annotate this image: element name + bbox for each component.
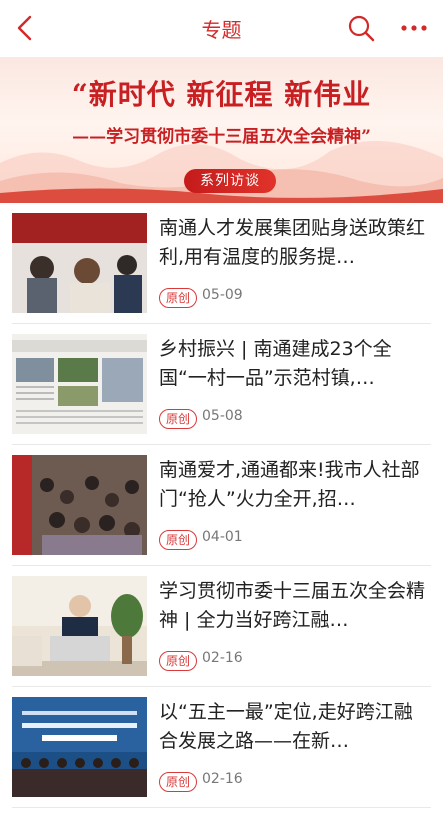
article-thumbnail [12, 697, 147, 797]
original-tag: 原创 [159, 288, 198, 308]
topic-banner: “新时代 新征程 新伟业 ——学习贯彻市委十三届五次全会精神” 系列访谈 [0, 57, 443, 203]
banner-headline: “新时代 新征程 新伟业 [71, 78, 372, 111]
search-button[interactable] [345, 12, 377, 44]
article-thumbnail [12, 334, 147, 434]
banner-subheadline: ——学习贯彻市委十三届五次全会精神” [72, 127, 371, 147]
series-badge: 系列访谈 [184, 169, 276, 193]
article-date: 04-01 [202, 529, 243, 545]
article-title: 以“五主一最”定位,走好跨江融合发展之路——在新… [159, 701, 413, 752]
more-horizontal-icon [401, 25, 427, 31]
article-date: 02-16 [202, 771, 243, 787]
article-title: 南通爱才,通通都来!我市人社部门“抢人”火力全开,招… [159, 459, 420, 510]
more-button[interactable] [396, 12, 432, 44]
article-thumbnail [12, 213, 147, 313]
original-tag: 原创 [159, 651, 198, 671]
search-icon [348, 15, 375, 42]
article-date: 05-08 [202, 408, 243, 424]
article-date: 02-16 [202, 650, 243, 666]
list-item[interactable]: 学习贯彻市委十三届五次全会精神 | 全力当好跨江融… 原创 02-16 [0, 566, 443, 687]
list-item[interactable]: 以“五主一最”定位,走好跨江融合发展之路——在新… 原创 02-16 [0, 687, 443, 808]
divider [12, 807, 431, 808]
original-tag: 原创 [159, 409, 198, 429]
list-item[interactable]: 乡村振兴 | 南通建成23个全国“一村一品”示范村镇,… 原创 05-08 [0, 324, 443, 445]
article-title: 南通人才发展集团贴身送政策红利,用有温度的服务提… [159, 217, 426, 268]
article-date: 05-09 [202, 287, 243, 303]
top-bar: 专题 [0, 0, 443, 56]
original-tag: 原创 [159, 530, 198, 550]
article-title: 学习贯彻市委十三届五次全会精神 | 全力当好跨江融… [159, 580, 426, 631]
article-thumbnail [12, 455, 147, 555]
article-thumbnail [12, 576, 147, 676]
original-tag: 原创 [159, 772, 198, 792]
list-item[interactable]: 南通爱才,通通都来!我市人社部门“抢人”火力全开,招… 原创 04-01 [0, 445, 443, 566]
article-title: 乡村振兴 | 南通建成23个全国“一村一品”示范村镇,… [159, 338, 392, 389]
list-item[interactable]: 南通人才发展集团贴身送政策红利,用有温度的服务提… 原创 05-09 [0, 203, 443, 324]
